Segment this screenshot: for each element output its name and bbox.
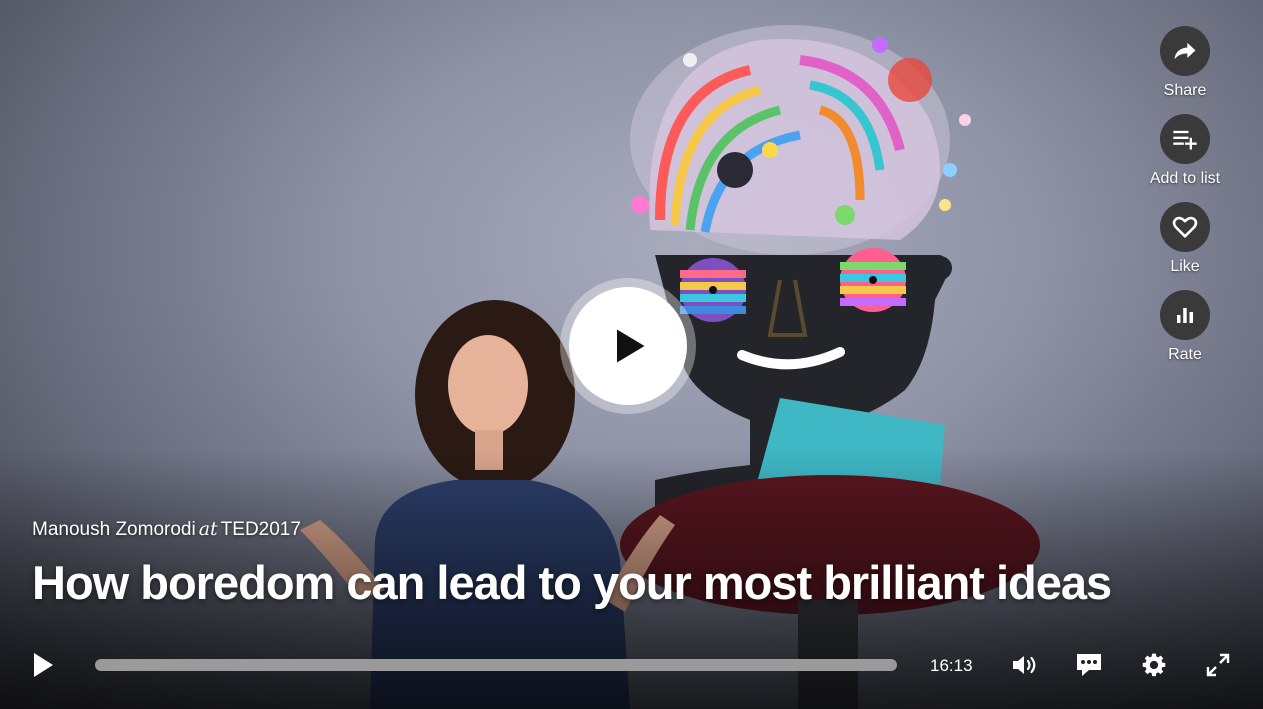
play-icon	[34, 653, 53, 677]
share-icon	[1160, 26, 1210, 76]
progress-bar[interactable]	[95, 659, 897, 671]
talk-meta: Manoush Zomorodi at TED2017 How boredom ca…	[32, 518, 1112, 610]
rate-button[interactable]: Rate	[1160, 290, 1210, 364]
like-label: Like	[1170, 258, 1200, 275]
big-play-button[interactable]	[560, 278, 696, 414]
bar-chart-icon	[1160, 290, 1210, 340]
share-button[interactable]: Share	[1160, 26, 1210, 100]
share-label: Share	[1163, 82, 1207, 99]
side-actions: Share Add to list Like Rate	[1135, 26, 1235, 378]
like-button[interactable]: Like	[1160, 202, 1210, 276]
playlist-add-icon	[1159, 114, 1210, 164]
speaker-line: Manoush Zomorodi at TED2017	[32, 518, 1111, 541]
add-to-list-label: Add to list	[1149, 170, 1221, 187]
rate-label: Rate	[1168, 346, 1202, 363]
video-player[interactable]: Share Add to list Like Rate Manoush Zomo…	[0, 0, 1263, 709]
speaker-name[interactable]: Manoush Zomorodi	[32, 519, 196, 540]
fullscreen-button[interactable]	[1203, 650, 1233, 680]
captions-icon	[1077, 654, 1101, 676]
duration: 16:13	[930, 656, 973, 675]
play-icon	[569, 287, 687, 405]
volume-button[interactable]	[1010, 651, 1040, 679]
event-name[interactable]: TED2017	[221, 519, 301, 540]
at-word: at	[198, 518, 218, 540]
volume-icon	[1013, 656, 1036, 674]
fullscreen-icon	[1206, 653, 1230, 677]
heart-icon	[1160, 202, 1210, 252]
captions-button[interactable]	[1074, 651, 1104, 679]
play-button[interactable]	[28, 650, 58, 680]
talk-title: How boredom can lead to your most brilli…	[32, 556, 1112, 609]
gear-icon	[1142, 653, 1166, 677]
settings-button[interactable]	[1139, 650, 1169, 680]
brain-illustration	[630, 25, 971, 255]
add-to-list-button[interactable]: Add to list	[1150, 114, 1220, 188]
